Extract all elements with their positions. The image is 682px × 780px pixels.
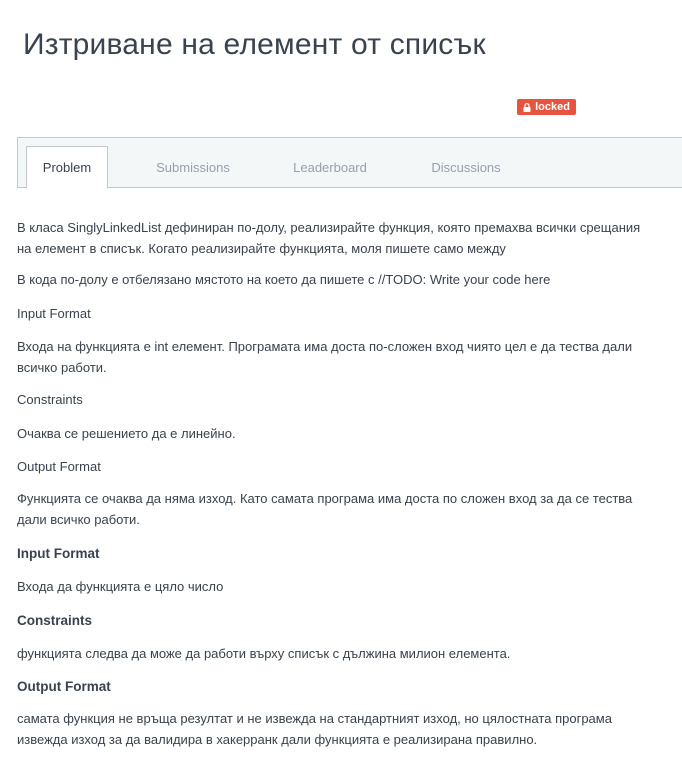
locked-badge: locked (517, 99, 576, 115)
input-format-label: Input Format (17, 306, 91, 321)
tab-problem[interactable]: Problem (26, 146, 108, 189)
tab-submissions[interactable]: Submissions (138, 146, 248, 189)
page-title: Изтриване на елемент от списък (23, 28, 486, 61)
locked-badge-label: locked (535, 101, 570, 113)
intro-paragraph: В класа SinglyLinkedList дефиниран по-до… (17, 220, 641, 256)
constraints-body: функцията следва да може да работи върху… (17, 646, 511, 661)
lock-icon (523, 102, 531, 112)
output-format-label: Output Format (17, 459, 101, 474)
constraints-text: Очаква се решението да е линейно. (17, 426, 236, 441)
output-format-body: самата функция не връща резултат и не из… (17, 711, 612, 747)
input-format-heading: Input Format (17, 546, 100, 561)
input-format-body: Входа да функцията е цяло число (17, 579, 224, 594)
output-format-heading: Output Format (17, 679, 111, 694)
tab-bar: Problem Submissions Leaderboard Discussi… (17, 137, 682, 189)
todo-note: В кода по-долу е отбелязано мястото на к… (17, 272, 551, 287)
constraints-heading: Constraints (17, 613, 93, 628)
input-format-text: Входа на функцията е int елемент. Програ… (17, 339, 633, 375)
constraints-label: Constraints (17, 392, 83, 407)
output-format-text: Функцията се очаква да няма изход. Като … (17, 491, 633, 527)
tab-leaderboard[interactable]: Leaderboard (280, 146, 380, 189)
tab-discussions[interactable]: Discussions (418, 146, 514, 189)
